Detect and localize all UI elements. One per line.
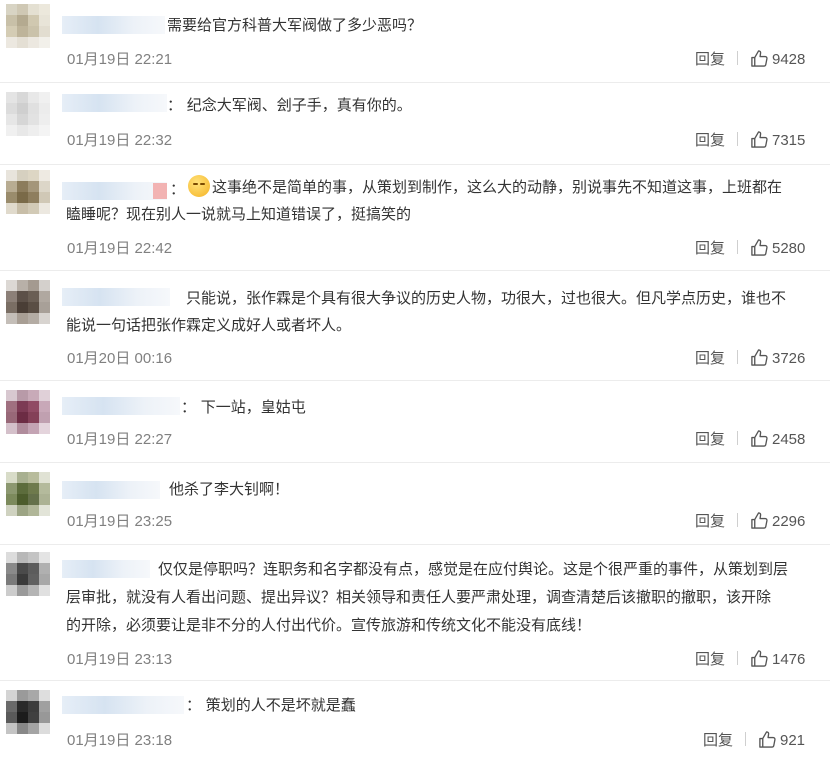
comment-text-line-2: 层审批，就没有人看出问题、提出异议？相关领导和责任人要严肃处理，调查清楚后该撤职… bbox=[66, 588, 772, 606]
comment-text: ： 纪念大军阀、刽子手，真有你的。 bbox=[167, 96, 412, 114]
like-count: 9428 bbox=[772, 51, 806, 68]
like-count: 7315 bbox=[772, 132, 806, 149]
comment-text: 需要给官方科普大军阀做了多少恶吗？ bbox=[167, 16, 423, 34]
comment-item: ： 这事绝不是简单的事，从策划到制作，这么大的动静，别说事先不知道这事，上班都在… bbox=[0, 164, 830, 271]
username-blurred[interactable] bbox=[62, 16, 165, 34]
thumbs-up-icon[interactable] bbox=[750, 649, 769, 668]
reply-button[interactable]: 回复 bbox=[695, 510, 725, 531]
username-blurred[interactable] bbox=[62, 560, 150, 578]
like-count: 2458 bbox=[772, 431, 806, 448]
avatar[interactable] bbox=[6, 472, 50, 516]
divider bbox=[737, 51, 738, 65]
avatar[interactable] bbox=[6, 280, 50, 324]
thumbs-up-icon[interactable] bbox=[750, 511, 769, 530]
comment-item: 他杀了李大钊啊！ 01月19日 23:25 回复 2296 bbox=[0, 462, 830, 545]
emoji-icon bbox=[188, 175, 210, 197]
comment-text: 他杀了李大钊啊！ bbox=[169, 480, 290, 498]
username-blurred[interactable] bbox=[62, 696, 184, 714]
thumbs-up-icon[interactable] bbox=[750, 238, 769, 257]
avatar[interactable] bbox=[6, 552, 50, 596]
comment-time: 01月20日 00:16 bbox=[67, 350, 173, 367]
divider bbox=[737, 513, 738, 527]
avatar[interactable] bbox=[6, 390, 50, 434]
divider bbox=[737, 431, 738, 445]
reply-button[interactable]: 回复 bbox=[695, 237, 725, 258]
comment-text: 只能说，张作霖是个具有很大争议的历史人物，功很大，过也很大。但凡学点历史，谁也不 bbox=[186, 289, 787, 307]
comment-time: 01月19日 22:27 bbox=[67, 431, 173, 448]
username-blurred[interactable] bbox=[62, 288, 170, 306]
reply-button[interactable]: 回复 bbox=[695, 428, 725, 449]
comment-item: 仅仅是停职吗？连职务和名字都没有点，感觉是在应付舆论。这是个很严重的事件，从策划… bbox=[0, 544, 830, 681]
avatar[interactable] bbox=[6, 690, 50, 734]
comment-item: 只能说，张作霖是个具有很大争议的历史人物，功很大，过也很大。但凡学点历史，谁也不… bbox=[0, 270, 830, 381]
reply-button[interactable]: 回复 bbox=[695, 129, 725, 150]
reply-button[interactable]: 回复 bbox=[695, 347, 725, 368]
avatar[interactable] bbox=[6, 170, 50, 214]
avatar[interactable] bbox=[6, 4, 50, 48]
comment-time: 01月19日 23:25 bbox=[67, 513, 173, 530]
comment-time: 01月19日 23:13 bbox=[67, 651, 173, 668]
username-blurred[interactable] bbox=[62, 94, 167, 112]
avatar[interactable] bbox=[6, 92, 50, 136]
like-count: 921 bbox=[780, 732, 806, 749]
divider bbox=[745, 732, 746, 746]
username-blurred[interactable] bbox=[62, 481, 160, 499]
thumbs-up-icon[interactable] bbox=[750, 130, 769, 149]
reply-button[interactable]: 回复 bbox=[703, 729, 733, 750]
divider bbox=[737, 240, 738, 254]
comment-time: 01月19日 22:21 bbox=[67, 51, 173, 68]
comment-text-line-3: 的开除，必须要让是非不分的人付出代价。宣传旅游和传统文化不能没有底线！ bbox=[66, 616, 592, 634]
comment-item: ： 下一站，皇姑屯 01月19日 22:27 回复 2458 bbox=[0, 380, 830, 463]
comment-text: 仅仅是停职吗？连职务和名字都没有点，感觉是在应付舆论。这是个很严重的事件，从策划… bbox=[158, 560, 789, 578]
like-count: 3726 bbox=[772, 350, 806, 367]
comment-time: 01月19日 23:18 bbox=[67, 732, 173, 749]
comment-text-line-2: 能说一句话把张作霖定义成好人或者坏人。 bbox=[66, 316, 352, 334]
username-blurred[interactable] bbox=[62, 182, 167, 200]
reply-button[interactable]: 回复 bbox=[695, 648, 725, 669]
comment-item: ： 纪念大军阀、刽子手，真有你的。 01月19日 22:32 回复 7315 bbox=[0, 82, 830, 165]
thumbs-up-icon[interactable] bbox=[758, 730, 777, 749]
like-count: 5280 bbox=[772, 240, 806, 257]
thumbs-up-icon[interactable] bbox=[750, 348, 769, 367]
comment-text: 这事绝不是简单的事，从策划到制作，这么大的动静，别说事先不知道这事，上班都在 bbox=[188, 174, 822, 201]
username-blurred[interactable] bbox=[62, 397, 180, 415]
comment-item: 需要给官方科普大军阀做了多少恶吗？ 01月19日 22:21 回复 9428 bbox=[0, 0, 830, 83]
thumbs-up-icon[interactable] bbox=[750, 49, 769, 68]
divider bbox=[737, 132, 738, 146]
comment-time: 01月19日 22:32 bbox=[67, 132, 173, 149]
divider bbox=[737, 651, 738, 665]
reply-button[interactable]: 回复 bbox=[695, 48, 725, 69]
comment-text-line-2: 瞌睡呢？现在别人一说就马上知道错误了，挺搞笑的 bbox=[66, 205, 412, 223]
colon: ： bbox=[170, 180, 186, 198]
comment-text: ： 下一站，皇姑屯 bbox=[181, 398, 306, 416]
divider bbox=[737, 350, 738, 364]
like-count: 1476 bbox=[772, 651, 806, 668]
comment-text: ： 策划的人不是坏就是蠢 bbox=[186, 696, 356, 714]
comment-item: ： 策划的人不是坏就是蠢 01月19日 23:18 回复 921 bbox=[0, 680, 830, 768]
thumbs-up-icon[interactable] bbox=[750, 429, 769, 448]
comment-time: 01月19日 22:42 bbox=[67, 240, 173, 257]
like-count: 2296 bbox=[772, 513, 806, 530]
